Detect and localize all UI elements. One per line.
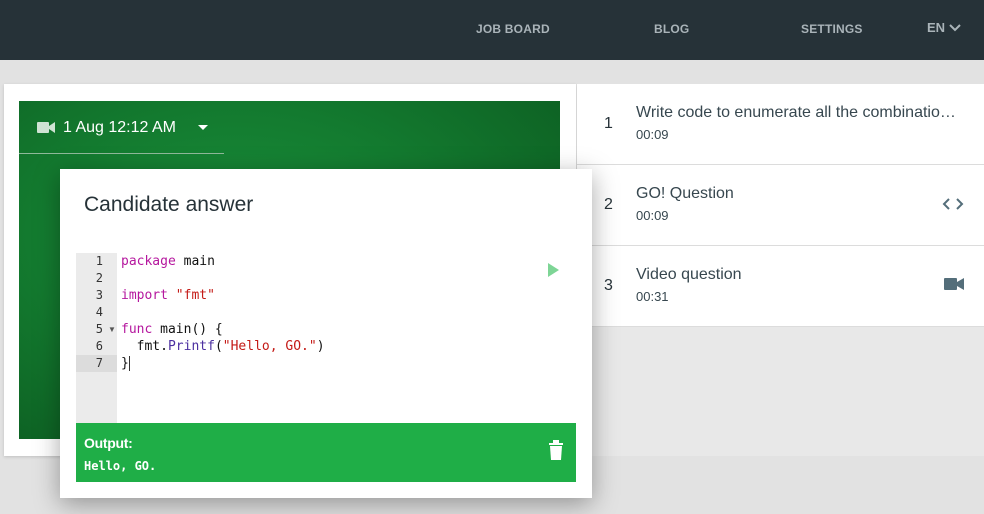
code-icon [942, 198, 964, 210]
output-label: Output: [84, 435, 133, 451]
caret-down-icon [197, 125, 208, 130]
video-camera-icon [944, 278, 964, 290]
line-number: 2 [95, 271, 103, 285]
candidate-answer-modal: Candidate answer 1 2 3 4 5 ▼ 6 7 package… [60, 169, 592, 498]
modal-title: Candidate answer [84, 193, 254, 216]
code-line: } [121, 356, 130, 371]
fold-toggle-icon[interactable]: ▼ [108, 321, 116, 338]
question-number: 3 [604, 277, 613, 294]
question-number: 2 [604, 196, 613, 213]
top-nav: JOB BOARD BLOG SETTINGS EN [0, 0, 984, 60]
question-list: 1 Write code to enumerate all the combin… [577, 84, 984, 456]
code-line: import "fmt" [121, 288, 215, 303]
recording-date-select[interactable]: 1 Aug 12:12 AM [19, 102, 224, 154]
question-time: 00:09 [636, 127, 669, 142]
question-item[interactable]: 3 Video question 00:31 [577, 246, 984, 327]
question-item[interactable]: 1 Write code to enumerate all the combin… [577, 84, 984, 165]
nav-settings[interactable]: SETTINGS [801, 22, 863, 36]
question-title: Write code to enumerate all the combinat… [636, 104, 956, 121]
question-number: 1 [604, 115, 613, 132]
question-time: 00:09 [636, 208, 669, 223]
question-title: GO! Question [636, 185, 734, 202]
nav-job-board[interactable]: JOB BOARD [476, 22, 550, 36]
question-title: Video question [636, 266, 742, 283]
line-number-active: 7 [76, 355, 117, 372]
recording-date: 1 Aug 12:12 AM [63, 118, 176, 136]
video-camera-icon [37, 122, 55, 133]
line-number: 1 [95, 254, 103, 268]
line-number: 6 [95, 339, 103, 353]
code-editor[interactable]: 1 2 3 4 5 ▼ 6 7 package main import "fmt… [76, 253, 576, 423]
line-number: 4 [95, 305, 103, 319]
output-panel: Output: Hello, GO. [76, 423, 576, 482]
question-item[interactable]: 2 GO! Question 00:09 [577, 165, 984, 246]
run-play-icon[interactable] [548, 263, 559, 277]
chevron-down-icon [949, 23, 961, 31]
question-time: 00:31 [636, 289, 669, 304]
code-line: func main() { [121, 322, 223, 337]
line-number: 3 [95, 288, 103, 302]
output-text: Hello, GO. [84, 459, 157, 473]
nav-blog[interactable]: BLOG [654, 22, 689, 36]
text-cursor [128, 356, 130, 371]
code-line: package main [121, 254, 215, 269]
language-label: EN [927, 20, 946, 35]
language-selector[interactable]: EN [927, 20, 961, 35]
code-line: fmt.Printf("Hello, GO.") [121, 339, 325, 354]
trash-icon[interactable] [549, 440, 563, 460]
